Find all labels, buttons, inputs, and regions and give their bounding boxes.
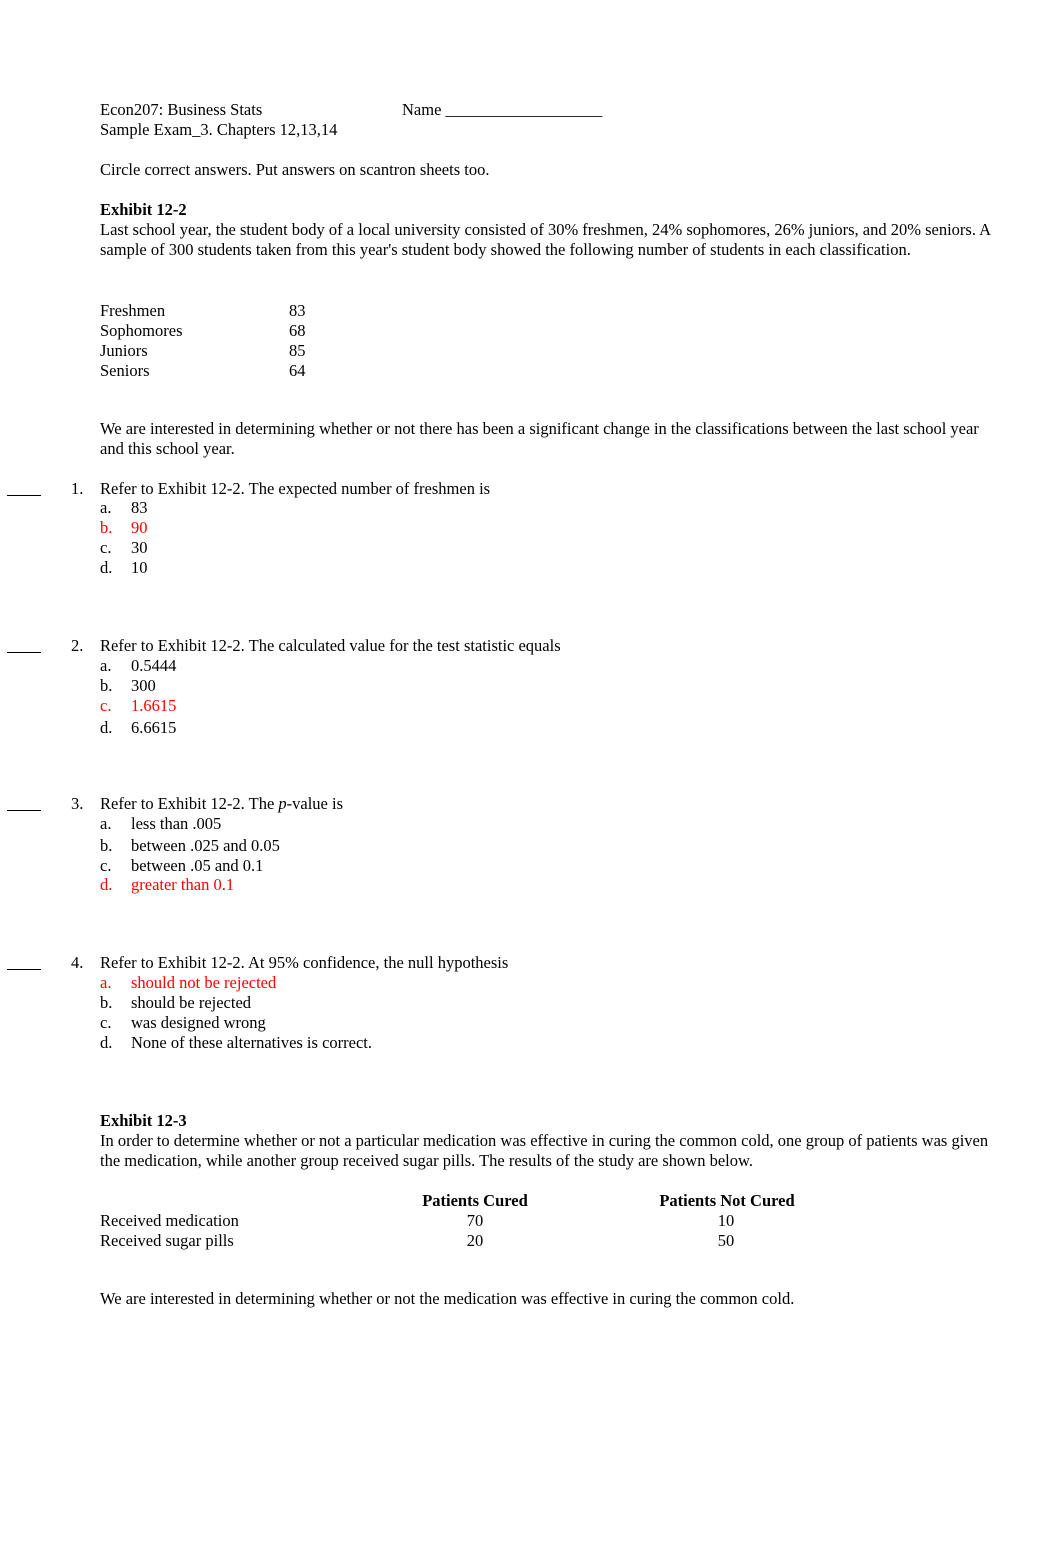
exhibit-12-2-title: Exhibit 12-2	[100, 200, 187, 219]
option-text: 0.5444	[131, 656, 177, 675]
option-letter: b.	[100, 993, 113, 1012]
option-text: 10	[131, 558, 148, 577]
option-text: 1.6615	[131, 696, 177, 715]
p-variable: p	[278, 794, 287, 813]
option-text: between .025 and 0.05	[131, 836, 280, 855]
option-text: 300	[131, 676, 156, 695]
name-field[interactable]: Name ___________________	[402, 100, 602, 120]
class-label: Seniors	[100, 361, 150, 380]
option-letter: b.	[100, 676, 113, 695]
question-number: 1.	[71, 479, 84, 498]
option-text: less than .005	[131, 814, 222, 833]
exhibit-12-3-note: We are interested in determining whether…	[100, 1289, 795, 1308]
option-letter: a.	[100, 498, 112, 517]
option-text: greater than 0.1	[131, 875, 235, 894]
option-letter: c.	[100, 856, 112, 875]
class-count: 64	[289, 361, 306, 380]
option-letter: b.	[100, 836, 113, 855]
option-letter: a.	[100, 973, 112, 992]
option-text: was designed wrong	[131, 1013, 266, 1032]
class-label: Sophomores	[100, 321, 183, 340]
cell-value: 10	[717, 1211, 735, 1230]
exhibit-12-3-description: In order to determine whether or not a p…	[100, 1131, 989, 1170]
course-title: Econ207: Business Stats	[100, 100, 263, 119]
answer-blank[interactable]	[7, 955, 41, 970]
option-letter: d.	[100, 558, 113, 577]
option-text: should be rejected	[131, 993, 252, 1012]
option-text: 6.6615	[131, 718, 177, 737]
class-count: 68	[289, 321, 306, 340]
option-letter: c.	[100, 1013, 112, 1032]
question-text-part: -value is	[286, 794, 344, 813]
exhibit-12-2-description: Last school year, the student body of a …	[100, 220, 991, 259]
cell-value: 50	[717, 1231, 735, 1250]
option-text: 83	[131, 498, 148, 517]
option-letter: a.	[100, 814, 112, 833]
row-label: Received medication	[100, 1211, 239, 1230]
instructions: Circle correct answers. Put answers on s…	[100, 160, 490, 179]
answer-blank[interactable]	[7, 638, 41, 653]
option-text: 90	[131, 518, 148, 537]
option-letter: b.	[100, 518, 113, 537]
row-label: Received sugar pills	[100, 1231, 234, 1250]
question-number: 4.	[71, 953, 84, 972]
class-count: 85	[289, 341, 306, 360]
exam-subtitle: Sample Exam_3. Chapters 12,13,14	[100, 120, 338, 139]
cell-value: 70	[466, 1211, 484, 1230]
option-letter: d.	[100, 875, 113, 894]
question-text-part: Refer to Exhibit 12-2. The	[100, 794, 279, 813]
question-number: 3.	[71, 794, 84, 813]
exhibit-12-3-title: Exhibit 12-3	[100, 1111, 187, 1130]
answer-blank[interactable]	[7, 796, 41, 811]
option-text: 30	[131, 538, 148, 557]
answer-blank[interactable]	[7, 481, 41, 496]
option-letter: a.	[100, 656, 112, 675]
question-number: 2.	[71, 636, 84, 655]
column-header: Patients Cured	[422, 1191, 528, 1210]
class-label: Juniors	[100, 341, 148, 360]
question-text: Refer to Exhibit 12-2. At 95% confidence…	[100, 953, 509, 972]
option-letter: d.	[100, 718, 113, 737]
option-text: between .05 and 0.1	[131, 856, 264, 875]
cell-value: 20	[466, 1231, 484, 1250]
class-label: Freshmen	[100, 301, 166, 320]
exhibit-12-2-note: We are interested in determining whether…	[100, 419, 979, 458]
option-letter: c.	[100, 538, 112, 557]
option-letter: c.	[100, 696, 112, 715]
option-text: None of these alternatives is correct.	[131, 1033, 372, 1052]
option-text: should not be rejected	[131, 973, 277, 992]
question-text: Refer to Exhibit 12-2. The calculated va…	[100, 636, 561, 655]
option-letter: d.	[100, 1033, 113, 1052]
question-text: Refer to Exhibit 12-2. The p-value is	[100, 794, 343, 814]
question-text: Refer to Exhibit 12-2. The expected numb…	[100, 479, 491, 498]
column-header: Patients Not Cured	[659, 1191, 795, 1210]
class-count: 83	[289, 301, 306, 320]
